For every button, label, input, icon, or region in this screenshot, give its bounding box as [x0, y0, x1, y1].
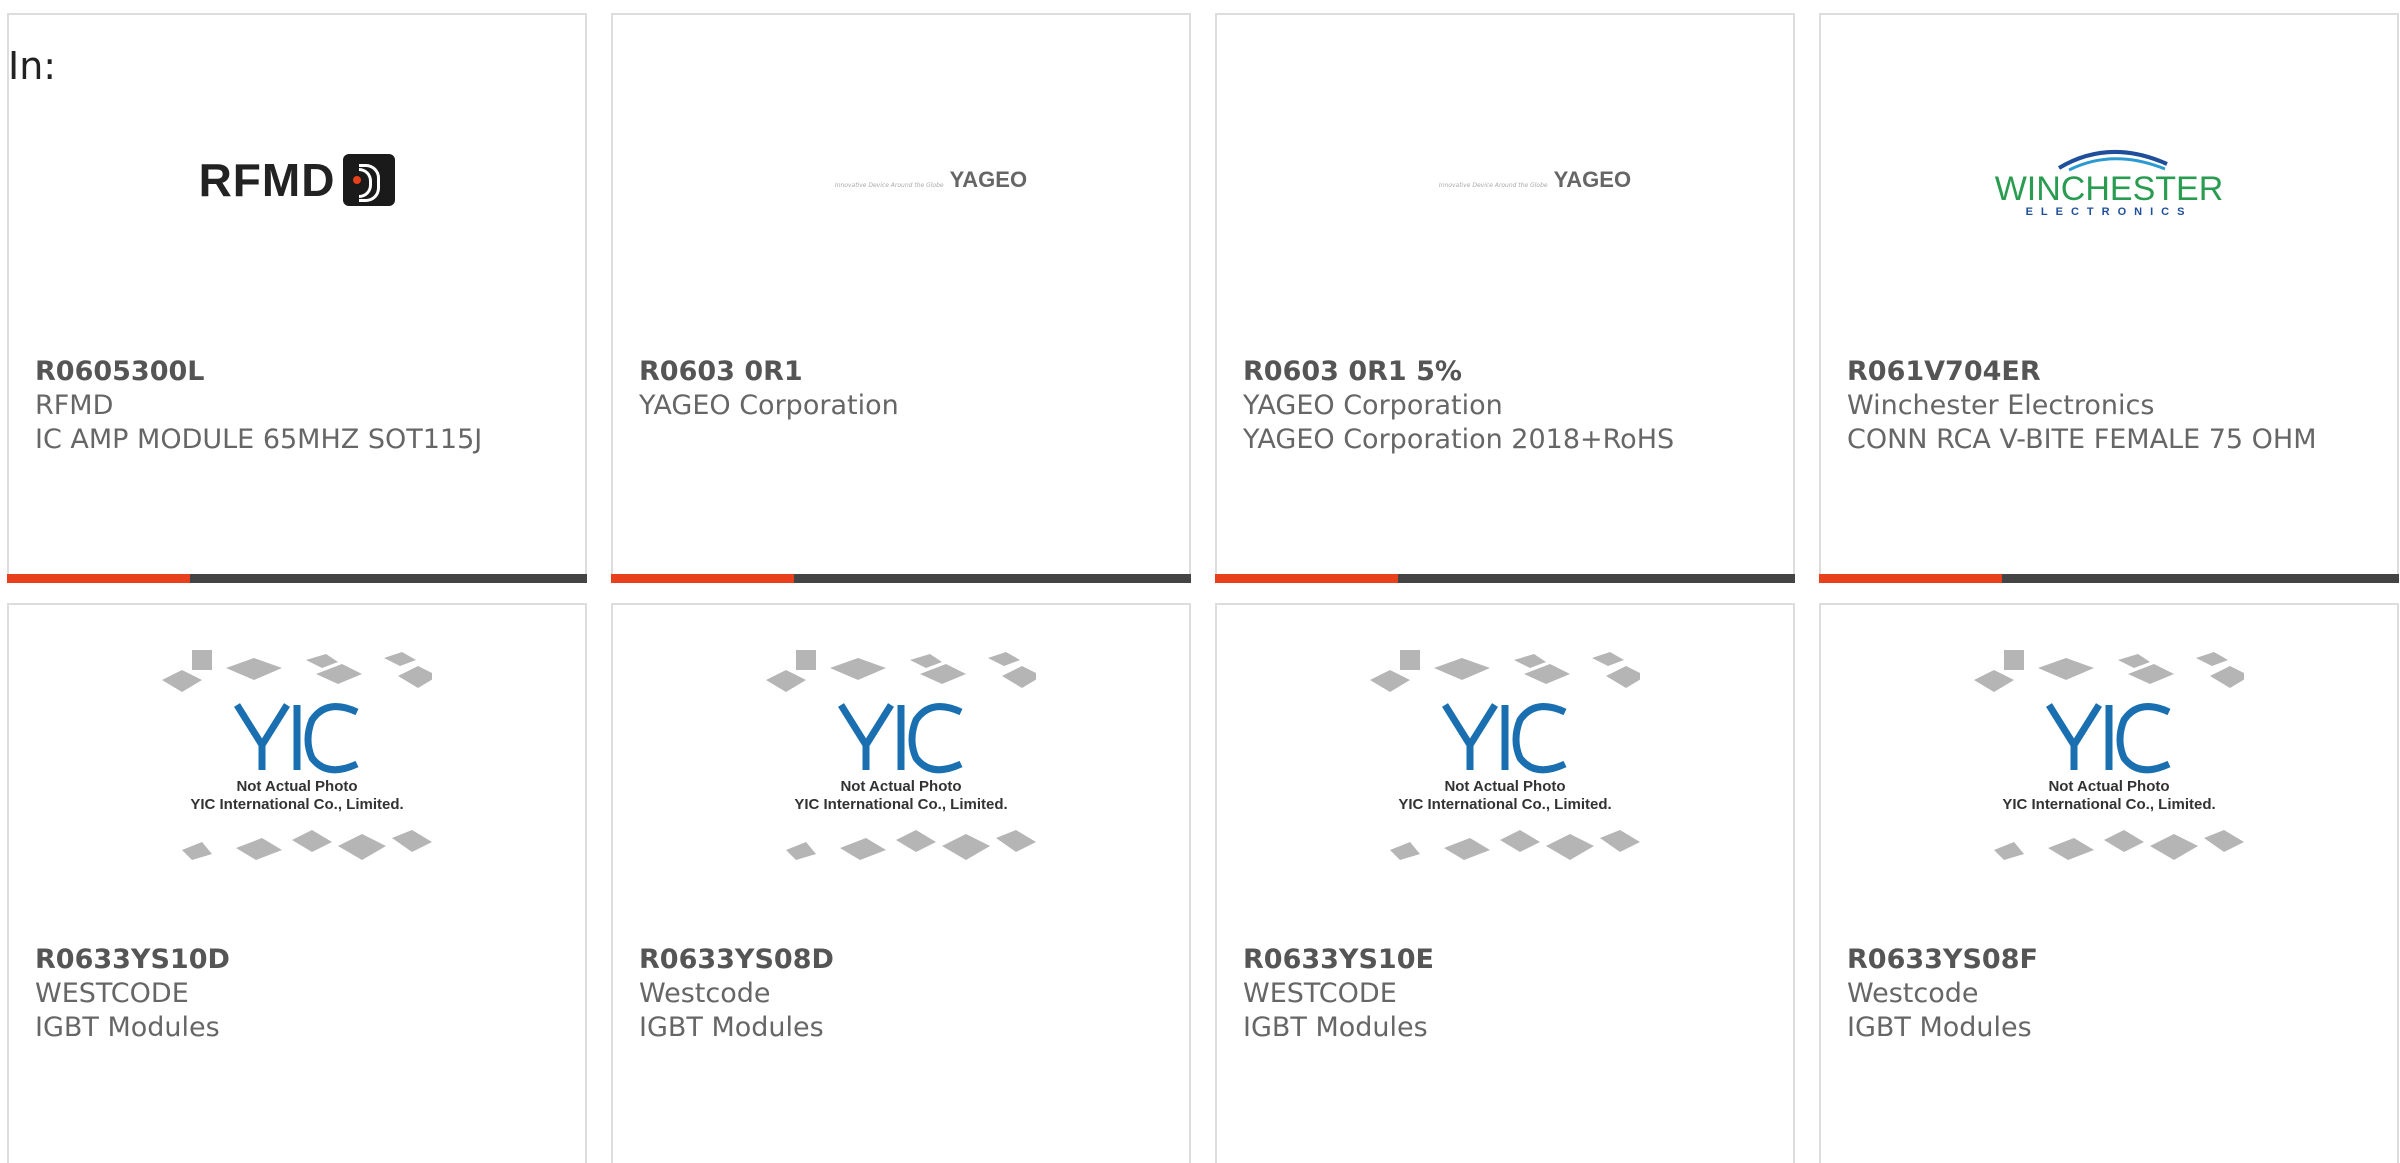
yageo-logo-text: YAGEO: [1553, 167, 1632, 192]
chip-illustration-icon: [766, 650, 1036, 860]
product-card[interactable]: Not Actual Photo YIC International Co., …: [611, 603, 1191, 1163]
manufacturer-name: RFMD: [35, 390, 114, 421]
card-bottom-bar: [1819, 574, 2399, 583]
part-description: IGBT Modules: [639, 1012, 824, 1043]
part-description: IGBT Modules: [1243, 1012, 1428, 1043]
in-label: In:: [8, 44, 57, 88]
not-actual-photo-text: Not Actual Photo: [2048, 778, 2170, 795]
card-bottom-bar: [1215, 574, 1795, 583]
product-card[interactable]: Not Actual Photo YIC International Co., …: [7, 603, 587, 1163]
manufacturer-logo: RFMD: [9, 15, 585, 345]
not-actual-photo-image: Not Actual Photo YIC International Co., …: [9, 605, 585, 935]
chip-illustration-icon: [162, 650, 432, 860]
product-card[interactable]: Innovative Device Around the Globe YAGEO…: [1215, 13, 1795, 583]
part-description: IC AMP MODULE 65MHZ SOT115J: [35, 424, 483, 455]
product-card[interactable]: WINCHESTER ELECTRONICS R061V704ER Winche…: [1819, 13, 2399, 583]
not-actual-photo-image: Not Actual Photo YIC International Co., …: [613, 605, 1189, 935]
part-number[interactable]: R0633YS08F: [1847, 943, 2377, 977]
winchester-logo-sub: ELECTRONICS: [2025, 206, 2193, 218]
manufacturer-logo: Innovative Device Around the Globe YAGEO: [1217, 15, 1793, 345]
chip-illustration-icon: [1974, 650, 2244, 860]
chip-illustration-icon: [1370, 650, 1640, 860]
manufacturer-name: WESTCODE: [35, 978, 189, 1009]
rfmd-logo-text: RFMD: [198, 154, 336, 206]
manufacturer-name: WESTCODE: [1243, 978, 1397, 1009]
manufacturer-logo: WINCHESTER ELECTRONICS: [1821, 15, 2397, 345]
part-description: CONN RCA V-BITE FEMALE 75 OHM: [1847, 424, 2317, 455]
not-actual-photo-image: Not Actual Photo YIC International Co., …: [1821, 605, 2397, 935]
part-number[interactable]: R0633YS08D: [639, 943, 1169, 977]
part-number[interactable]: R0633YS10D: [35, 943, 565, 977]
manufacturer-name: Winchester Electronics: [1847, 390, 2155, 421]
product-card[interactable]: Innovative Device Around the Globe YAGEO…: [611, 13, 1191, 583]
yageo-tagline: Innovative Device Around the Globe: [1438, 182, 1548, 189]
yic-company-text: YIC International Co., Limited.: [190, 796, 404, 813]
part-number[interactable]: R0603 0R1: [639, 355, 1169, 389]
part-description: IGBT Modules: [35, 1012, 220, 1043]
part-number[interactable]: R0603 0R1 5%: [1243, 355, 1773, 389]
product-card[interactable]: Not Actual Photo YIC International Co., …: [1819, 603, 2399, 1163]
manufacturer-name: YAGEO Corporation: [639, 390, 899, 421]
winchester-swoosh-icon: [2057, 149, 2168, 172]
card-bottom-bar: [611, 574, 1191, 583]
not-actual-photo-image: Not Actual Photo YIC International Co., …: [1217, 605, 1793, 935]
product-card[interactable]: RFMD R0605300L RFMD IC AMP MODULE 65MHZ …: [7, 13, 587, 583]
rfmd-wave-icon: [343, 154, 396, 206]
yageo-tagline: Innovative Device Around the Globe: [834, 182, 944, 189]
product-card[interactable]: Not Actual Photo YIC International Co., …: [1215, 603, 1795, 1163]
card-bottom-bar: [7, 574, 587, 583]
manufacturer-logo: Innovative Device Around the Globe YAGEO: [613, 15, 1189, 345]
yic-company-text: YIC International Co., Limited.: [1398, 796, 1612, 813]
not-actual-photo-text: Not Actual Photo: [236, 778, 358, 795]
manufacturer-name: YAGEO Corporation: [1243, 390, 1503, 421]
yageo-logo-text: YAGEO: [949, 167, 1028, 192]
not-actual-photo-text: Not Actual Photo: [840, 778, 962, 795]
winchester-logo-text: WINCHESTER: [1994, 170, 2224, 208]
yic-company-text: YIC International Co., Limited.: [2002, 796, 2216, 813]
manufacturer-name: Westcode: [639, 978, 771, 1009]
not-actual-photo-text: Not Actual Photo: [1444, 778, 1566, 795]
manufacturer-name: Westcode: [1847, 978, 1979, 1009]
part-number[interactable]: R0605300L: [35, 355, 565, 389]
part-description: IGBT Modules: [1847, 1012, 2032, 1043]
part-description: YAGEO Corporation 2018+RoHS: [1243, 424, 1675, 455]
part-number[interactable]: R0633YS10E: [1243, 943, 1773, 977]
yic-company-text: YIC International Co., Limited.: [794, 796, 1008, 813]
part-number[interactable]: R061V704ER: [1847, 355, 2377, 389]
